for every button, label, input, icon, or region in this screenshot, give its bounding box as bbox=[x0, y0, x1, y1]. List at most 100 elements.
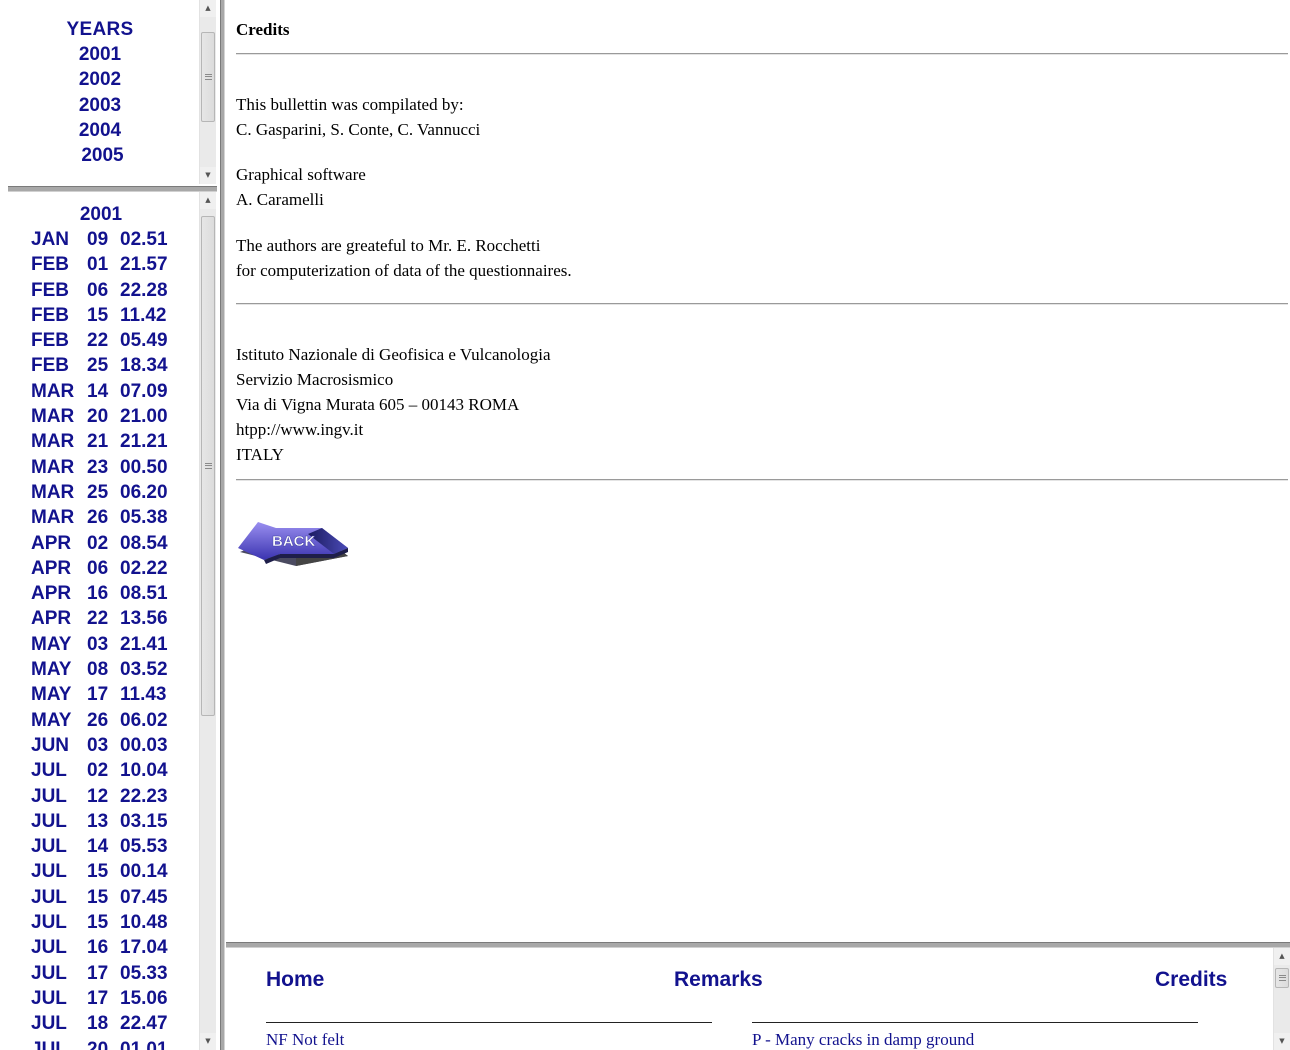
address: Via di Vigna Murata 605 – 00143 ROMA bbox=[236, 395, 520, 414]
nav-scroll-thumb[interactable] bbox=[1275, 968, 1289, 988]
legend-item-nf: NF Not felt bbox=[266, 1030, 345, 1049]
event-time: 22.23 bbox=[120, 785, 168, 807]
event-month: MAY bbox=[31, 633, 72, 655]
event-month: MAR bbox=[31, 456, 75, 478]
event-link[interactable]: FEB 15 11.42 bbox=[31, 303, 168, 328]
scroll-down-arrow-icon[interactable]: ▼ bbox=[200, 167, 216, 184]
event-link[interactable]: APR 02 08.54 bbox=[31, 531, 168, 556]
event-time: 08.51 bbox=[120, 583, 168, 605]
event-link[interactable]: JUL 20 01.01 bbox=[31, 1037, 168, 1050]
event-link[interactable]: JUL 17 05.33 bbox=[31, 961, 168, 986]
event-link[interactable]: MAR 21 21.21 bbox=[31, 429, 168, 454]
event-link[interactable]: JAN 09 02.51 bbox=[31, 227, 168, 252]
event-link[interactable]: MAR 25 06.20 bbox=[31, 480, 168, 505]
frame-divider-vertical[interactable] bbox=[217, 0, 226, 1050]
event-link[interactable]: APR 22 13.56 bbox=[31, 606, 168, 631]
event-link[interactable]: JUN 03 00.03 bbox=[31, 733, 168, 758]
event-link[interactable]: FEB 01 21.57 bbox=[31, 252, 168, 277]
event-link[interactable]: FEB 25 18.34 bbox=[31, 353, 168, 378]
event-link[interactable]: JUL 14 05.53 bbox=[31, 834, 168, 859]
event-time: 22.47 bbox=[120, 1013, 168, 1035]
event-link[interactable]: MAR 23 00.50 bbox=[31, 455, 168, 480]
separator bbox=[236, 479, 1288, 481]
scroll-down-arrow-icon[interactable]: ▼ bbox=[200, 1033, 216, 1050]
year-link-2003[interactable]: 2003 bbox=[0, 93, 200, 118]
event-month: MAR bbox=[31, 406, 75, 428]
nav-scrollbar[interactable]: ▲ ▼ bbox=[1273, 948, 1290, 1050]
event-day: 20 bbox=[87, 1038, 109, 1050]
scroll-up-arrow-icon[interactable]: ▲ bbox=[200, 0, 216, 17]
event-time: 08.54 bbox=[120, 532, 168, 554]
event-day: 22 bbox=[87, 330, 109, 352]
event-month: JUL bbox=[31, 912, 67, 934]
event-link[interactable]: JUL 15 07.45 bbox=[31, 885, 168, 910]
event-link[interactable]: JUL 02 10.04 bbox=[31, 758, 168, 783]
event-link[interactable]: MAR 26 05.38 bbox=[31, 505, 168, 530]
events-scroll-thumb[interactable] bbox=[201, 216, 215, 716]
back-label: BACK bbox=[272, 533, 315, 550]
years-scrollbar[interactable]: ▲ ▼ bbox=[199, 0, 216, 184]
event-month: JUL bbox=[31, 760, 67, 782]
event-time: 18.34 bbox=[120, 355, 168, 377]
events-scrollbar[interactable]: ▲ ▼ bbox=[199, 192, 216, 1050]
event-month: FEB bbox=[31, 330, 69, 352]
event-day: 02 bbox=[87, 760, 109, 782]
year-link-2005[interactable]: 2005 bbox=[0, 143, 200, 168]
frame-divider-left[interactable] bbox=[0, 184, 217, 192]
event-month: JUL bbox=[31, 962, 67, 984]
event-link[interactable]: JUL 17 15.06 bbox=[31, 986, 168, 1011]
event-month: MAY bbox=[31, 709, 72, 731]
event-link[interactable]: APR 06 02.22 bbox=[31, 556, 168, 581]
event-month: JUL bbox=[31, 1013, 67, 1035]
year-link-2002[interactable]: 2002 bbox=[0, 67, 200, 92]
software-label: Graphical software bbox=[236, 165, 366, 184]
event-time: 21.21 bbox=[120, 431, 168, 453]
event-link[interactable]: JUL 18 22.47 bbox=[31, 1011, 168, 1036]
event-time: 15.06 bbox=[120, 987, 168, 1009]
years-scroll-thumb[interactable] bbox=[201, 32, 215, 122]
content-frame: Credits This bullettin was compilated by… bbox=[226, 0, 1290, 940]
event-link[interactable]: JUL 13 03.15 bbox=[31, 809, 168, 834]
event-time: 05.38 bbox=[120, 507, 168, 529]
event-day: 26 bbox=[87, 709, 109, 731]
year-link-2004[interactable]: 2004 bbox=[0, 118, 200, 143]
events-frame: 2001 JAN 09 02.51 FEB 01 21.57 FEB 06 22.28 FEB 15… bbox=[0, 192, 217, 1050]
event-link[interactable]: MAY 08 03.52 bbox=[31, 657, 168, 682]
event-month: JUL bbox=[31, 937, 67, 959]
frame-divider-bottom[interactable] bbox=[226, 940, 1290, 948]
event-day: 15 bbox=[87, 912, 109, 934]
event-link[interactable]: MAY 17 11.43 bbox=[31, 682, 168, 707]
institute-name: Istituto Nazionale di Geofisica e Vulcan… bbox=[236, 345, 551, 364]
event-link[interactable]: MAR 14 07.09 bbox=[31, 379, 168, 404]
nav-remarks-link[interactable]: Remarks bbox=[674, 966, 763, 994]
back-button[interactable]: BACK bbox=[236, 518, 348, 570]
event-month: MAR bbox=[31, 507, 75, 529]
nav-home-link[interactable]: Home bbox=[266, 966, 324, 994]
event-link[interactable]: JUL 16 17.04 bbox=[31, 935, 168, 960]
event-time: 10.48 bbox=[120, 912, 168, 934]
event-link[interactable]: JUL 12 22.23 bbox=[31, 784, 168, 809]
event-link[interactable]: MAY 26 06.02 bbox=[31, 708, 168, 733]
scroll-up-arrow-icon[interactable]: ▲ bbox=[1274, 948, 1290, 965]
scroll-up-arrow-icon[interactable]: ▲ bbox=[200, 192, 216, 209]
event-link[interactable]: APR 16 08.51 bbox=[31, 581, 168, 606]
years-list: YEARS 2001 2002 2003 2004 2005 bbox=[0, 17, 200, 168]
event-link[interactable]: FEB 06 22.28 bbox=[31, 278, 168, 303]
event-link[interactable]: JUL 15 10.48 bbox=[31, 910, 168, 935]
back-arrow-icon: BACK bbox=[238, 522, 348, 566]
event-link[interactable]: FEB 22 05.49 bbox=[31, 328, 168, 353]
event-month: FEB bbox=[31, 304, 69, 326]
event-link[interactable]: MAR 20 21.00 bbox=[31, 404, 168, 429]
event-day: 14 bbox=[87, 836, 109, 858]
event-time: 02.22 bbox=[120, 557, 168, 579]
event-time: 00.03 bbox=[120, 734, 168, 756]
year-link-2001[interactable]: 2001 bbox=[0, 42, 200, 67]
event-time: 05.53 bbox=[120, 836, 168, 858]
event-link[interactable]: MAY 03 21.41 bbox=[31, 632, 168, 657]
event-day: 22 bbox=[87, 608, 109, 630]
event-time: 05.33 bbox=[120, 962, 168, 984]
event-time: 05.49 bbox=[120, 330, 168, 352]
event-link[interactable]: JUL 15 00.14 bbox=[31, 859, 168, 884]
nav-credits-link[interactable]: Credits bbox=[1155, 966, 1227, 994]
scroll-down-arrow-icon[interactable]: ▼ bbox=[1274, 1033, 1290, 1050]
